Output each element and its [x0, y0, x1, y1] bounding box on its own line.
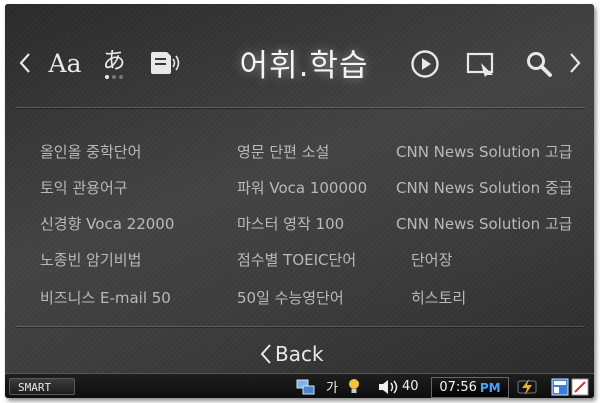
window-icon[interactable] — [464, 49, 498, 79]
back-button-label: Back — [275, 342, 324, 366]
word-list-item[interactable]: 올인올 중학단어 — [40, 141, 141, 162]
word-list-item[interactable]: 점수별 TOEIC단어 — [237, 249, 356, 270]
window-switch-icon[interactable] — [551, 374, 569, 398]
word-list-item[interactable]: 영문 단편 소설 — [237, 141, 329, 162]
word-list-item[interactable]: 비즈니스 E-mail 50 — [40, 287, 171, 308]
word-list-item[interactable]: 파워 Voca 100000 — [237, 177, 367, 198]
chevron-left-icon — [260, 344, 271, 364]
word-list-item[interactable]: 마스터 영작 100 — [237, 213, 344, 234]
chevron-left-icon[interactable] — [15, 50, 35, 76]
japanese-char-icon-label: あ — [102, 47, 126, 74]
start-button[interactable]: SMART — [9, 378, 75, 395]
header-divider — [15, 107, 585, 108]
ime-indicator[interactable]: 가 — [326, 374, 338, 398]
word-list-item[interactable]: CNN News Solution 고급 — [396, 213, 572, 234]
word-list-item[interactable]: 50일 수능영단어 — [237, 287, 344, 308]
clock-time: 07:56 — [439, 380, 477, 395]
lightbulb-icon[interactable] — [347, 374, 361, 398]
device-frame: Aa あ 어휘.학습 올인올 중학단어 토익 관용어구 신경향 Voca 220… — [5, 4, 594, 398]
clock-ampm: PM — [479, 380, 501, 395]
word-list-item[interactable]: CNN News Solution 고급 — [396, 141, 572, 162]
footer-divider — [15, 326, 585, 327]
word-list-item[interactable]: 단어장 — [411, 249, 452, 270]
word-list-item[interactable]: 신경향 Voca 22000 — [40, 213, 174, 234]
font-size-icon-label: Aa — [48, 48, 82, 78]
speech-sound-icon[interactable] — [147, 48, 183, 78]
back-button[interactable]: Back — [260, 339, 340, 369]
battery-charging-icon[interactable] — [517, 374, 539, 398]
play-icon[interactable] — [409, 48, 441, 80]
app-screen: Aa あ 어휘.학습 올인올 중학단어 토익 관용어구 신경향 Voca 220… — [5, 4, 594, 373]
font-size-icon[interactable]: Aa — [45, 48, 85, 78]
volume-icon[interactable] — [377, 374, 399, 398]
memo-icon[interactable] — [571, 374, 589, 398]
page-title: 어휘.학습 — [239, 48, 369, 84]
japanese-char-icon[interactable]: あ — [97, 44, 131, 82]
word-list-item[interactable]: 히스토리 — [411, 287, 466, 308]
word-list-item[interactable]: 노종빈 암기비법 — [40, 249, 141, 270]
tray-network-icon[interactable] — [295, 374, 317, 398]
volume-level: 40 — [402, 379, 419, 394]
page-dots — [105, 74, 123, 79]
search-icon[interactable] — [523, 49, 555, 79]
taskbar: SMART 가 40 07:56 PM — [5, 373, 594, 398]
clock[interactable]: 07:56 PM — [431, 377, 509, 398]
word-list-item[interactable]: CNN News Solution 중급 — [396, 177, 572, 198]
chevron-right-icon[interactable] — [565, 50, 585, 76]
word-list-item[interactable]: 토익 관용어구 — [40, 177, 128, 198]
